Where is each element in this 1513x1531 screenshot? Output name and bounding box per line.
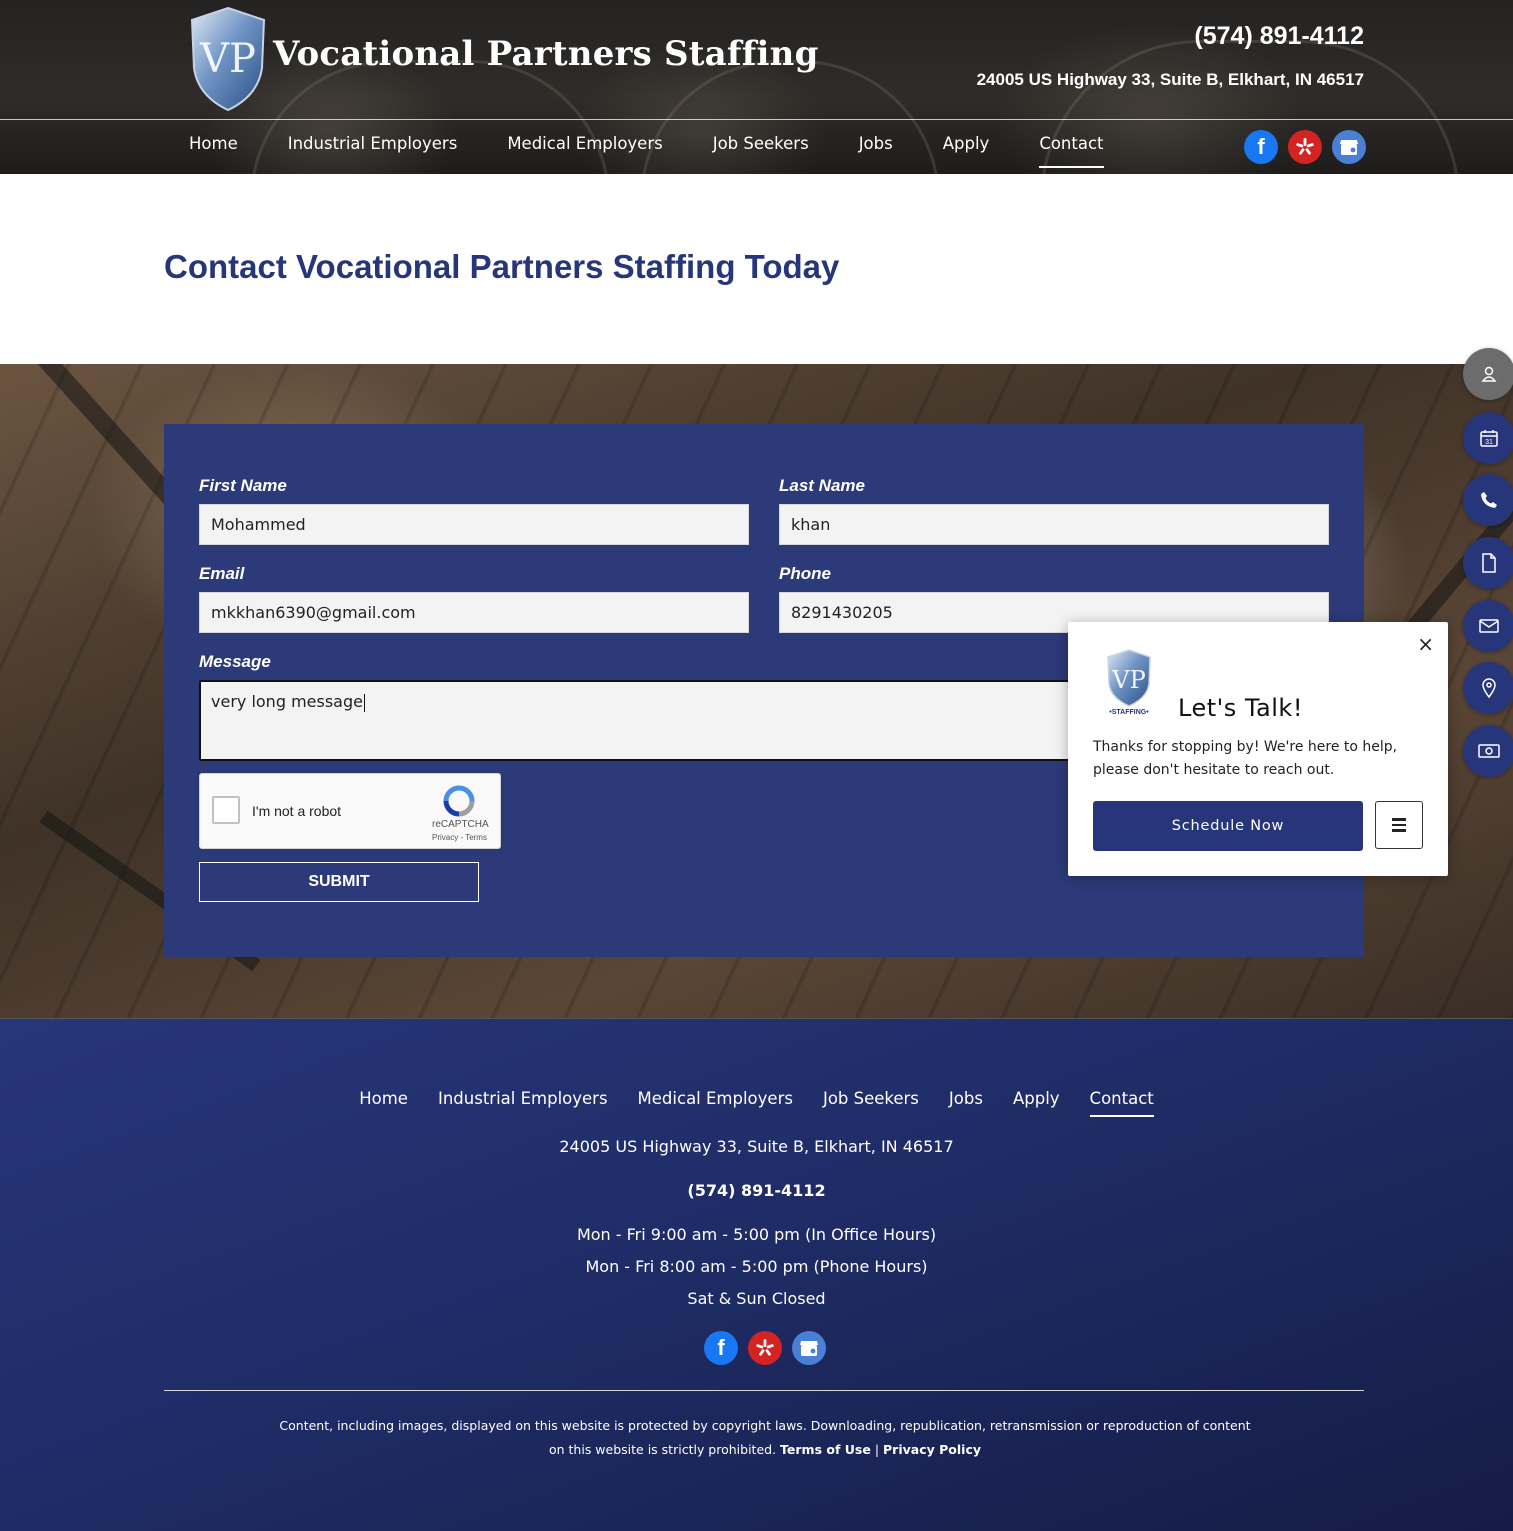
svg-text:VP: VP bbox=[1111, 666, 1145, 694]
site-header: VP Vocational Partners Staffing (574) 89… bbox=[0, 0, 1513, 174]
footer-nav-jobs[interactable]: Jobs bbox=[949, 1089, 983, 1117]
payment-icon[interactable] bbox=[1463, 725, 1513, 777]
submit-button[interactable]: SUBMIT bbox=[199, 862, 479, 902]
menu-icon[interactable] bbox=[1375, 801, 1423, 849]
phone-value: 8291430205 bbox=[791, 603, 893, 622]
recaptcha-checkbox[interactable] bbox=[212, 796, 240, 824]
nav-industrial-employers[interactable]: Industrial Employers bbox=[288, 134, 458, 168]
svg-text:31: 31 bbox=[1485, 439, 1493, 446]
nav-apply[interactable]: Apply bbox=[943, 134, 990, 168]
footer-divider bbox=[164, 1390, 1364, 1391]
footer-hours-office: Mon - Fri 9:00 am - 5:00 pm (In Office H… bbox=[576, 1225, 937, 1244]
yelp-icon[interactable] bbox=[1288, 130, 1322, 164]
email-field[interactable]: mkkhan6390@gmail.com bbox=[199, 592, 749, 633]
nav-jobs[interactable]: Jobs bbox=[859, 134, 893, 168]
nav-job-seekers[interactable]: Job Seekers bbox=[713, 134, 809, 168]
mail-icon[interactable] bbox=[1463, 600, 1513, 652]
nav-medical-employers[interactable]: Medical Employers bbox=[507, 134, 662, 168]
link-separator: | bbox=[874, 1442, 880, 1457]
footer-nav-home[interactable]: Home bbox=[359, 1089, 408, 1117]
footer-nav-medical-employers[interactable]: Medical Employers bbox=[638, 1089, 793, 1117]
popup-title: Let's Talk! bbox=[1178, 694, 1303, 722]
header-social: f bbox=[1244, 130, 1366, 164]
calendar-icon[interactable]: 31 bbox=[1463, 412, 1513, 464]
lets-talk-popup: × VP •STAFFING• Let's Talk! Thanks for s… bbox=[1068, 622, 1448, 876]
schedule-now-button[interactable]: Schedule Now bbox=[1093, 801, 1363, 851]
phone-label: Phone bbox=[779, 564, 831, 583]
footer-nav-industrial-employers[interactable]: Industrial Employers bbox=[438, 1089, 608, 1117]
footer-nav: Home Industrial Employers Medical Employ… bbox=[0, 1089, 1513, 1117]
google-business-icon[interactable] bbox=[1332, 130, 1366, 164]
recaptcha-brand: reCAPTCHA bbox=[432, 819, 489, 830]
popup-text: Thanks for stopping by! We're here to he… bbox=[1093, 739, 1398, 778]
yelp-icon[interactable] bbox=[748, 1331, 782, 1365]
email-value: mkkhan6390@gmail.com bbox=[211, 603, 416, 622]
recaptcha-links[interactable]: Privacy - Terms bbox=[432, 833, 487, 842]
recaptcha-label: I'm not a robot bbox=[252, 803, 342, 819]
close-icon[interactable]: × bbox=[1417, 632, 1434, 656]
footer-hours-phone: Mon - Fri 8:00 am - 5:00 pm (Phone Hours… bbox=[585, 1257, 928, 1276]
location-pin-icon[interactable] bbox=[1463, 662, 1513, 714]
main-nav: Home Industrial Employers Medical Employ… bbox=[189, 134, 1104, 168]
header-divider bbox=[0, 119, 1513, 120]
first-name-field[interactable]: Mohammed bbox=[199, 504, 749, 545]
site-footer: Home Industrial Employers Medical Employ… bbox=[0, 1018, 1513, 1531]
footer-phone[interactable]: (574) 891-4112 bbox=[0, 1181, 1513, 1200]
first-name-value: Mohammed bbox=[211, 515, 306, 534]
svg-text:VP: VP bbox=[199, 36, 256, 82]
brand-name[interactable]: Vocational Partners Staffing bbox=[273, 34, 819, 74]
last-name-field[interactable]: khan bbox=[779, 504, 1329, 545]
facebook-icon[interactable]: f bbox=[704, 1331, 738, 1365]
message-value: very long message bbox=[211, 692, 363, 711]
text-caret bbox=[363, 693, 365, 712]
footer-nav-contact[interactable]: Contact bbox=[1089, 1089, 1154, 1117]
google-business-icon[interactable] bbox=[792, 1331, 826, 1365]
phone-icon[interactable] bbox=[1463, 474, 1513, 526]
footer-copyright: Content, including images, displayed on … bbox=[270, 1414, 1260, 1462]
footer-hours-weekend: Sat & Sun Closed bbox=[687, 1289, 826, 1308]
logo-shield-icon[interactable]: VP bbox=[188, 6, 268, 112]
first-name-label: First Name bbox=[199, 476, 287, 495]
footer-nav-apply[interactable]: Apply bbox=[1013, 1089, 1060, 1117]
email-label: Email bbox=[199, 564, 245, 583]
copyright-text: Content, including images, displayed on … bbox=[279, 1418, 1251, 1457]
terms-link[interactable]: Terms of Use bbox=[780, 1442, 871, 1457]
nav-contact[interactable]: Contact bbox=[1039, 134, 1104, 168]
footer-social: f bbox=[704, 1331, 826, 1365]
page-title: Contact Vocational Partners Staffing Tod… bbox=[164, 248, 840, 285]
user-icon[interactable] bbox=[1463, 348, 1513, 400]
last-name-value: khan bbox=[791, 515, 831, 534]
message-label: Message bbox=[199, 652, 271, 671]
footer-address: 24005 US Highway 33, Suite B, Elkhart, I… bbox=[559, 1137, 954, 1156]
recaptcha-logo-icon bbox=[443, 785, 475, 817]
privacy-link[interactable]: Privacy Policy bbox=[883, 1442, 981, 1457]
facebook-icon[interactable]: f bbox=[1244, 130, 1278, 164]
recaptcha-widget: I'm not a robot reCAPTCHA Privacy - Term… bbox=[199, 773, 501, 849]
header-phone[interactable]: (574) 891-4112 bbox=[1194, 22, 1364, 51]
logo-shield-icon: VP •STAFFING• bbox=[1107, 649, 1151, 716]
footer-nav-job-seekers[interactable]: Job Seekers bbox=[823, 1089, 919, 1117]
nav-home[interactable]: Home bbox=[189, 134, 238, 168]
last-name-label: Last Name bbox=[779, 476, 865, 495]
header-address: 24005 US Highway 33, Suite B, Elkhart, I… bbox=[976, 70, 1364, 89]
document-icon[interactable] bbox=[1463, 537, 1513, 589]
popup-logo-text: •STAFFING• bbox=[1109, 709, 1149, 716]
